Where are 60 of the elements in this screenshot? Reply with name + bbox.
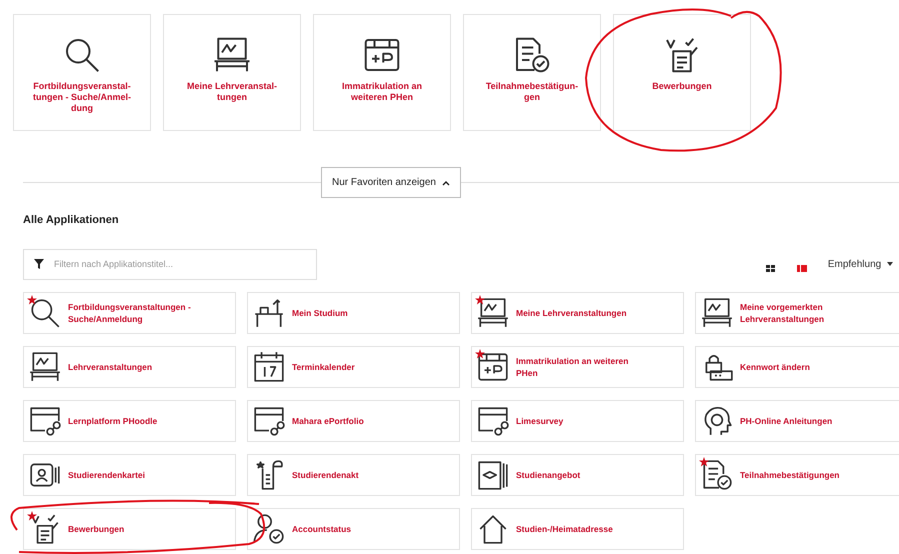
user-check-icon xyxy=(252,512,286,546)
tile-label: Mahara ePortfolio xyxy=(292,414,364,426)
chevron-icon xyxy=(442,180,450,186)
tile-label: Studierendenkartei xyxy=(68,468,145,480)
filter-icon xyxy=(34,258,44,268)
application-tile[interactable]: Lehrveranstaltungen xyxy=(23,346,236,388)
application-tile[interactable]: Fortbildungsveranstaltungen - Suche/Anmeldung xyxy=(23,292,236,334)
tile-label: Accountstatus xyxy=(292,522,352,534)
application-tile[interactable]: Accountstatus xyxy=(247,508,460,550)
tile-label: Meine vorgemerkten Lehrveranstaltungen xyxy=(740,300,824,324)
application-tile[interactable]: Meine Lehrveranstaltungen xyxy=(471,292,684,334)
application-tile[interactable]: Studienangebot xyxy=(471,454,684,496)
sort-dropdown[interactable]: Empfehlung xyxy=(828,256,893,272)
tile-label: Immatrikulation an weiteren PHen xyxy=(516,354,628,378)
filter-field[interactable]: Filtern nach Applikationstitel... xyxy=(23,248,317,280)
favorite-tile[interactable]: Meine Lehrveranstal- tungen xyxy=(163,14,301,131)
tile-label: Studienangebot xyxy=(516,468,580,480)
tile-label: Kennwort ändern xyxy=(740,360,810,372)
tile-label: Bewerbungen xyxy=(68,522,124,534)
application-tile[interactable]: Meine vorgemerkten Lehrveranstaltungen xyxy=(695,292,899,334)
application-tile[interactable]: Kennwort ändern xyxy=(695,346,899,388)
tile-label: Studierendenakt xyxy=(292,468,359,480)
section-title: Alle Applikationen xyxy=(23,213,120,228)
tile-label: Immatrikulation an weiteren PHen xyxy=(342,81,422,103)
favorites-toggle-button[interactable]: Nur Favoriten anzeigen xyxy=(321,167,461,198)
tile-label: Bewerbungen xyxy=(652,81,712,92)
tile-label: PH-Online Anleitungen xyxy=(740,414,832,426)
application-tile[interactable]: Lernplatform PHoodle xyxy=(23,400,236,442)
tile-label: Meine Lehrveranstaltungen xyxy=(516,306,627,318)
application-tile[interactable]: Studierendenkartei xyxy=(23,454,236,496)
tile-label: Studien-/Heimatadresse xyxy=(516,522,613,534)
favorite-tile[interactable]: Fortbildungsveranstal- tungen - Suche/Anmel- dung xyxy=(13,14,151,131)
whiteboard-icon xyxy=(700,296,734,330)
application-tile[interactable]: Mahara ePortfolio xyxy=(247,400,460,442)
application-tile[interactable]: Mein Studium xyxy=(247,292,460,334)
application-tile[interactable]: Studierendenakt xyxy=(247,454,460,496)
caret-icon xyxy=(887,262,893,266)
application-tile[interactable]: Studien-/Heimatadresse xyxy=(471,508,684,550)
application-tile[interactable]: Bewerbungen xyxy=(23,508,236,550)
tile-label: Mein Studium xyxy=(292,306,348,318)
application-tile[interactable]: PH-Online Anleitungen xyxy=(695,400,899,442)
tile-label: Limesurvey xyxy=(516,414,564,426)
tile-label: Meine Lehrveranstal- tungen xyxy=(186,81,278,103)
application-tile[interactable]: Immatrikulation an weiteren PHen xyxy=(471,346,684,388)
tile-label: Fortbildungsveranstal- tungen - Suche/Anmel- dung xyxy=(32,81,131,114)
tile-label: Teilnahmebestätigungen xyxy=(740,468,840,480)
application-tile[interactable]: Limesurvey xyxy=(471,400,684,442)
tile-label: Teilnahmebestätigun- gen xyxy=(486,81,578,103)
tile-label: Lernplatform PHoodle xyxy=(68,414,158,426)
application-tile[interactable]: Teilnahmebestätigungen xyxy=(695,454,899,496)
calendar-icon xyxy=(252,350,286,384)
favorite-tile[interactable]: Teilnahmebestätigun- gen xyxy=(463,14,601,131)
tile-label: Lehrveranstaltungen xyxy=(68,360,152,372)
application-tile[interactable]: Terminkalender xyxy=(247,346,460,388)
whiteboard-icon xyxy=(476,296,510,330)
tile-label: Fortbildungsveranstaltungen - Suche/Anmeldung xyxy=(68,300,191,324)
tile-label: Terminkalender xyxy=(292,360,355,372)
whiteboard-icon xyxy=(28,350,62,384)
favorite-tile[interactable]: Bewerbungen xyxy=(613,14,751,131)
favorite-tile[interactable]: Immatrikulation an weiteren PHen xyxy=(313,14,451,131)
